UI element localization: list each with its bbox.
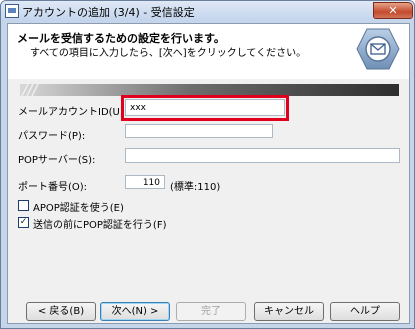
help-button[interactable]: ヘルプ (330, 302, 400, 321)
title-bar[interactable]: アカウントの追加 (3/4) - 受信設定 ✕ (1, 1, 414, 21)
cancel-button[interactable]: キャンセル (254, 302, 324, 321)
port-default-hint: (標準:110) (170, 182, 221, 193)
back-button[interactable]: < 戻る(B) (26, 302, 96, 321)
password-input[interactable] (125, 124, 273, 138)
checkmark-icon: ✓ (19, 217, 28, 227)
port-label: ポート番号(O): (18, 182, 88, 193)
header-subtitle: すべての項目に入力したら、[次へ]をクリックしてください。 (30, 48, 307, 59)
pop-before-send-checkbox[interactable]: ✓ (18, 217, 29, 228)
finish-button[interactable]: 完了 (176, 302, 246, 321)
mail-emblem-icon (356, 28, 400, 70)
wizard-header: メールを受信するための設定を行います。 すべての項目に入力したら、[次へ]をクリ… (8, 24, 409, 79)
password-label: パスワード(P): (18, 131, 86, 142)
pop-before-send-label[interactable]: 送信の前にPOP認証を行う(F) (33, 216, 167, 231)
next-button[interactable]: 次へ(N) > (100, 302, 170, 321)
window-title: アカウントの追加 (3/4) - 受信設定 (22, 6, 195, 19)
apop-label[interactable]: APOP認証を使う(E) (33, 199, 124, 214)
apop-checkbox[interactable] (18, 200, 29, 211)
close-button[interactable]: ✕ (373, 2, 413, 19)
pop-server-label: POPサーバー(S): (18, 155, 96, 166)
dialog-client: メールを受信するための設定を行います。 すべての項目に入力したら、[次へ]をクリ… (7, 23, 410, 324)
pop-server-input[interactable] (125, 148, 400, 163)
app-icon (5, 4, 19, 18)
account-id-label: メールアカウントID(U): (18, 107, 128, 118)
port-input[interactable]: 110 (125, 175, 165, 189)
dialog-window: アカウントの追加 (3/4) - 受信設定 ✕ メールを受信するための設定を行い… (0, 0, 415, 329)
account-id-highlight (121, 95, 289, 121)
